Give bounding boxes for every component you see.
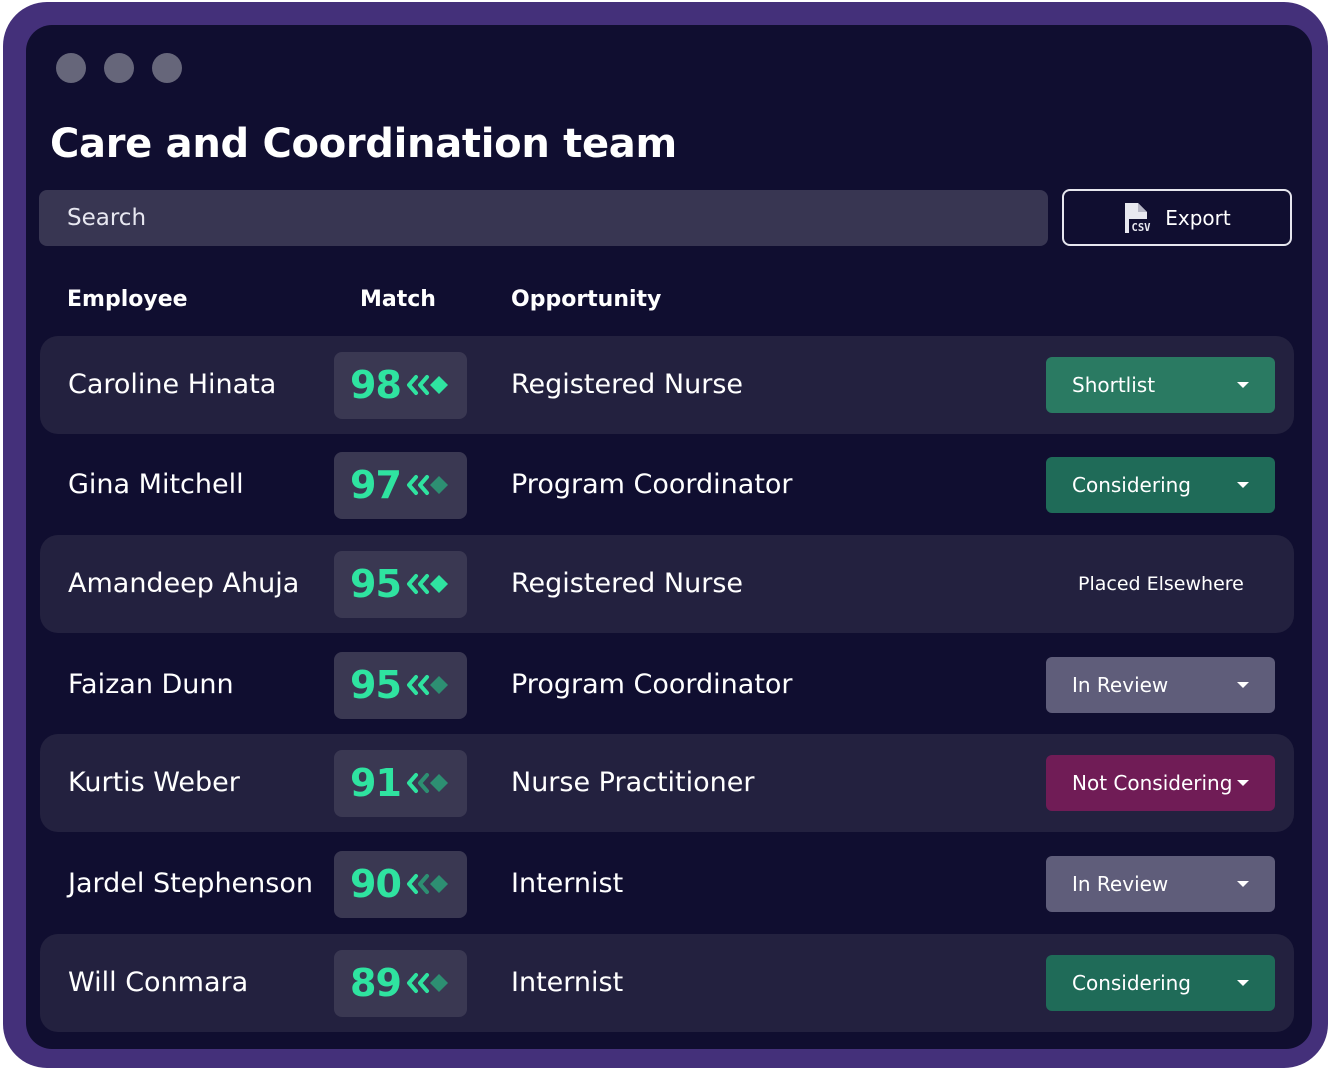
table-row[interactable]: Caroline Hinata 98 Registered Nurse Shortli… — [40, 336, 1294, 434]
employee-name: Caroline Hinata — [68, 369, 277, 400]
employee-name: Faizan Dunn — [68, 669, 234, 700]
status-dropdown[interactable]: Shortlist — [1046, 357, 1275, 413]
status-dropdown[interactable]: Considering — [1046, 955, 1275, 1011]
match-strength-icon — [407, 475, 448, 495]
match-strength-icon — [407, 773, 448, 793]
status-text: Placed Elsewhere — [1078, 573, 1244, 595]
match-score: 89 — [350, 961, 402, 1005]
match-score: 98 — [350, 363, 402, 407]
match-score-badge: 91 — [334, 750, 467, 817]
match-score-badge: 98 — [334, 352, 467, 419]
caret-down-icon — [1237, 881, 1249, 887]
caret-down-icon — [1237, 382, 1249, 388]
status-dropdown[interactable]: In Review — [1046, 856, 1275, 912]
employee-name: Kurtis Weber — [68, 767, 240, 798]
match-score: 97 — [350, 463, 402, 507]
window-control-minimize[interactable] — [104, 53, 134, 83]
export-label: Export — [1165, 205, 1231, 230]
opportunity-title: Program Coordinator — [511, 669, 793, 700]
status-text: Not Considering — [1072, 771, 1233, 795]
employee-name: Jardel Stephenson — [68, 868, 313, 899]
window-control-close[interactable] — [56, 53, 86, 83]
match-score: 90 — [350, 862, 402, 906]
match-strength-icon — [407, 375, 448, 395]
status-text: In Review — [1072, 872, 1169, 896]
svg-text:CSV: CSV — [1132, 222, 1152, 234]
column-header-match: Match — [360, 287, 436, 312]
match-score-badge: 95 — [334, 551, 467, 618]
table-row[interactable]: Amandeep Ahuja 95 Registered Nurse Placed E… — [40, 535, 1294, 633]
match-strength-icon — [407, 574, 448, 594]
status-text: Considering — [1072, 971, 1192, 995]
match-score-badge: 89 — [334, 950, 467, 1017]
match-score-badge: 97 — [334, 452, 467, 519]
status-text: Shortlist — [1072, 373, 1156, 397]
table-row[interactable]: Gina Mitchell 97 Program Coordinator Consid… — [40, 436, 1294, 534]
opportunity-title: Internist — [511, 967, 624, 998]
match-strength-icon — [407, 874, 448, 894]
window-control-maximize[interactable] — [152, 53, 182, 83]
employee-name: Will Conmara — [68, 967, 249, 998]
employee-name: Amandeep Ahuja — [68, 568, 300, 599]
table-row[interactable]: Kurtis Weber 91 Nurse Practitioner Not Cons… — [40, 734, 1294, 832]
status-dropdown[interactable]: Not Considering — [1046, 755, 1275, 811]
table-row[interactable]: Faizan Dunn 95 Program Coordinator In Revie… — [40, 636, 1294, 734]
app-window: Care and Coordination team Search CSV Ex… — [26, 25, 1312, 1049]
table-row[interactable]: Jardel Stephenson 90 Internist In Review — [40, 835, 1294, 933]
opportunity-title: Registered Nurse — [511, 369, 743, 400]
match-score: 95 — [350, 663, 402, 707]
export-button[interactable]: CSV Export — [1062, 189, 1292, 246]
match-score: 95 — [350, 562, 402, 606]
match-strength-icon — [407, 675, 448, 695]
status-text: Considering — [1072, 473, 1192, 497]
opportunity-title: Internist — [511, 868, 624, 899]
status-label: Placed Elsewhere — [1046, 556, 1275, 612]
column-header-opportunity: Opportunity — [511, 287, 662, 312]
page-title: Care and Coordination team — [50, 121, 677, 167]
match-score-badge: 90 — [334, 851, 467, 918]
caret-down-icon — [1237, 780, 1249, 786]
match-score: 91 — [350, 761, 402, 805]
employee-name: Gina Mitchell — [68, 469, 244, 500]
status-text: In Review — [1072, 673, 1169, 697]
window-frame: Care and Coordination team Search CSV Ex… — [3, 2, 1328, 1068]
column-header-employee: Employee — [67, 287, 188, 312]
search-input[interactable]: Search — [39, 190, 1048, 246]
csv-file-icon: CSV — [1125, 202, 1154, 234]
status-dropdown[interactable]: In Review — [1046, 657, 1275, 713]
opportunity-title: Program Coordinator — [511, 469, 793, 500]
match-score-badge: 95 — [334, 652, 467, 719]
match-strength-icon — [407, 973, 448, 993]
caret-down-icon — [1237, 980, 1249, 986]
table-row[interactable]: Will Conmara 89 Internist Considering — [40, 934, 1294, 1032]
opportunity-title: Registered Nurse — [511, 568, 743, 599]
status-dropdown[interactable]: Considering — [1046, 457, 1275, 513]
caret-down-icon — [1237, 682, 1249, 688]
caret-down-icon — [1237, 482, 1249, 488]
opportunity-title: Nurse Practitioner — [511, 767, 755, 798]
